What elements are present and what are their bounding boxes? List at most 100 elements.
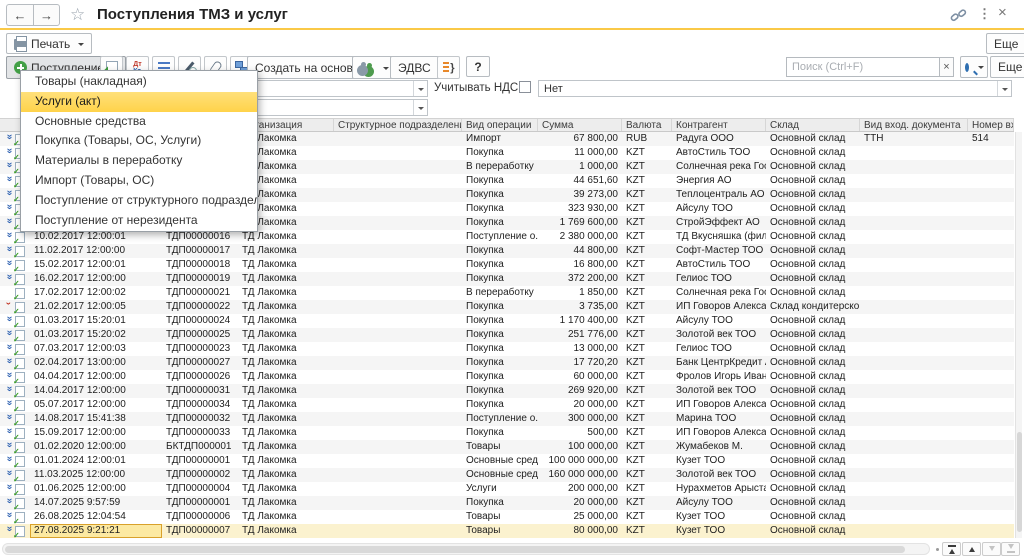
cell-vnum <box>968 328 1014 342</box>
column-header-sklad[interactable]: Склад <box>766 119 860 131</box>
table-row[interactable]: »01.03.2017 15:20:01ТДП00000024ТД Лакомк… <box>0 314 1014 328</box>
cell-struct <box>334 454 462 468</box>
go-to-last-button <box>1001 542 1020 556</box>
table-row[interactable]: »07.03.2017 12:00:03ТДП00000023ТД Лакомк… <box>0 342 1014 356</box>
cell-struct <box>334 482 462 496</box>
table-row[interactable]: »11.02.2017 12:00:00ТДП00000017ТД Лакомк… <box>0 244 1014 258</box>
table-row[interactable]: »02.04.2017 13:00:00ТДП00000027ТД Лакомк… <box>0 356 1014 370</box>
cell-org: ТД Лакомка <box>238 258 334 272</box>
more-button-top[interactable]: Еще <box>986 33 1024 54</box>
get-link-icon[interactable] <box>950 7 967 29</box>
cell-sklad: Основной склад <box>766 272 860 286</box>
document-icon <box>15 274 25 285</box>
menu-item[interactable]: Поступление от структурного подразделени… <box>21 191 257 211</box>
close-icon[interactable]: × <box>998 4 1007 21</box>
table-row[interactable]: »14.04.2017 12:00:00ТДП00000031ТД Лакомк… <box>0 384 1014 398</box>
menu-item[interactable]: Услуги (акт) <box>21 92 257 112</box>
column-header-op[interactable]: Вид операции <box>462 119 538 131</box>
cell-cur: KZT <box>622 412 672 426</box>
table-row[interactable]: »15.09.2017 12:00:00ТДП00000033ТД Лакомк… <box>0 426 1014 440</box>
cell-sum: 20 000,00 <box>538 496 622 510</box>
horizontal-scrollbar[interactable] <box>2 543 930 555</box>
column-header-cur[interactable]: Валюта <box>622 119 672 131</box>
table-row[interactable]: »05.07.2017 12:00:00ТДП00000034ТД Лакомк… <box>0 398 1014 412</box>
filter-combo-1[interactable] <box>256 80 428 97</box>
cell-op: Покупка <box>462 496 538 510</box>
menu-item[interactable]: Импорт (Товары, ОС) <box>21 171 257 191</box>
window-menu-dots-icon[interactable]: ⋮ <box>978 6 991 22</box>
chevron-down-icon[interactable] <box>997 81 1011 96</box>
clear-search-button[interactable]: × <box>939 58 953 76</box>
row-status-icons: » <box>0 496 30 510</box>
cell-op: Услуги <box>462 482 538 496</box>
horizontal-scrollbar-thumb[interactable] <box>5 546 905 553</box>
column-header-vnum[interactable]: Номер вх <box>968 119 1014 131</box>
table-row[interactable]: »11.03.2025 12:00:00ТДП00000002ТД Лакомк… <box>0 468 1014 482</box>
cell-cur: KZT <box>622 286 672 300</box>
favorite-star-icon[interactable]: ☆ <box>70 5 85 25</box>
cell-cur: RUB <box>622 132 672 146</box>
vat-combo[interactable]: Нет <box>538 80 1012 97</box>
table-row[interactable]: »01.06.2025 12:00:00ТДП00000004ТД Лакомк… <box>0 482 1014 496</box>
table-row[interactable]: »15.02.2017 12:00:01ТДП00000018ТД Лакомк… <box>0 258 1014 272</box>
people-plus-icon <box>360 61 375 74</box>
help-button[interactable]: ? <box>466 56 490 77</box>
table-row[interactable]: »26.08.2025 12:04:54ТДП00000006ТД Лакомк… <box>0 510 1014 524</box>
column-header-sum[interactable]: Сумма <box>538 119 622 131</box>
table-row[interactable]: »14.08.2017 15:41:38ТДП00000032ТД Лакомк… <box>0 412 1014 426</box>
cell-sum: 2 380 000,00 <box>538 230 622 244</box>
cell-sum: 13 000,00 <box>538 342 622 356</box>
menu-item[interactable]: Основные средства <box>21 112 257 132</box>
row-status-icons: » <box>0 342 30 356</box>
column-header-struct[interactable]: Структурное подразделение <box>334 119 462 131</box>
cell-date: 14.07.2025 9:57:59 <box>30 496 162 510</box>
cell-sum: 100 000 000,00 <box>538 454 622 468</box>
more-button-list[interactable]: Еще <box>990 56 1024 78</box>
vertical-scrollbar-thumb[interactable] <box>1017 432 1022 532</box>
column-header-vdoc[interactable]: Вид вход. документа <box>860 119 968 131</box>
document-icon <box>15 386 25 397</box>
vat-checkbox[interactable] <box>519 81 531 93</box>
table-row[interactable]: »01.01.2024 12:00:01ТДП00000001ТД Лакомк… <box>0 454 1014 468</box>
table-row[interactable]: »01.02.2020 12:00:00БКТДП000001ТД Лакомк… <box>0 440 1014 454</box>
cell-op: Покупка <box>462 244 538 258</box>
cell-op: Покупка <box>462 216 538 230</box>
cell-vdoc <box>860 384 968 398</box>
row-status-icons: » <box>0 510 30 524</box>
cell-sum: 3 735,00 <box>538 300 622 314</box>
esf-button[interactable]: } <box>437 56 460 79</box>
table-row[interactable]: »27.08.2025 9:21:21ТДП00000007ТД Лакомка… <box>0 524 1014 538</box>
table-row[interactable]: »04.04.2017 12:00:00ТДП00000026ТД Лакомк… <box>0 370 1014 384</box>
chevron-down-icon[interactable] <box>413 81 427 96</box>
cell-vnum <box>968 384 1014 398</box>
table-row[interactable]: »17.02.2017 12:00:02ТДП00000021ТД Лакомк… <box>0 286 1014 300</box>
cell-struct <box>334 258 462 272</box>
search-button[interactable] <box>960 56 988 78</box>
cell-op: Покупка <box>462 202 538 216</box>
filter-combo-2[interactable] <box>256 99 428 116</box>
table-row[interactable]: »01.03.2017 15:20:02ТДП00000025ТД Лакомк… <box>0 328 1014 342</box>
vertical-scrollbar[interactable] <box>1015 132 1022 538</box>
column-header-contr[interactable]: Контрагент <box>672 119 766 131</box>
menu-item[interactable]: Материалы в переработку <box>21 151 257 171</box>
table-row[interactable]: ›21.02.2017 12:00:05ТДП00000022ТД Лакомк… <box>0 300 1014 314</box>
cell-sum: 372 200,00 <box>538 272 622 286</box>
search-input[interactable] <box>787 58 939 76</box>
menu-item[interactable]: Поступление от нерезидента <box>21 211 257 231</box>
go-up-button[interactable] <box>962 542 981 556</box>
menu-item[interactable]: Товары (накладная) <box>21 72 257 92</box>
cell-org: ТД Лакомка <box>238 524 334 538</box>
cell-contr: ИП Говоров Алексан.. <box>672 300 766 314</box>
go-to-first-button[interactable] <box>942 542 961 556</box>
menu-item[interactable]: Покупка (Товары, ОС, Услуги) <box>21 131 257 151</box>
cell-number: ТДП00000023 <box>162 342 238 356</box>
search-box: × <box>786 57 954 77</box>
chevron-down-icon[interactable] <box>413 100 427 115</box>
back-button[interactable]: ← <box>6 4 33 26</box>
table-row[interactable]: »16.02.2017 12:00:00ТДП00000019ТД Лакомк… <box>0 272 1014 286</box>
forward-button[interactable]: → <box>33 4 60 26</box>
table-row[interactable]: »14.07.2025 9:57:59ТДП00000001ТД Лакомка… <box>0 496 1014 510</box>
cell-sklad: Основной склад <box>766 216 860 230</box>
print-button[interactable]: Печать <box>6 33 92 54</box>
cell-sum: 323 930,00 <box>538 202 622 216</box>
